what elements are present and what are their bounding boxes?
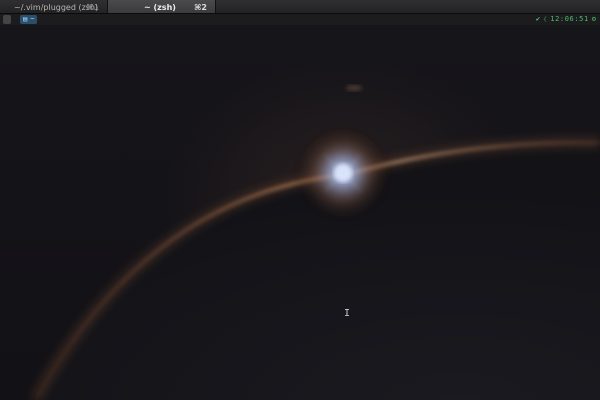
current-path: ~: [30, 15, 35, 23]
path-segment: ▤ ~: [20, 15, 38, 24]
terminal-content-area[interactable]: I: [0, 25, 600, 400]
text-cursor-icon: I: [344, 308, 351, 319]
check-icon: ✔: [535, 15, 541, 23]
sunrise-wallpaper: [31, 85, 600, 400]
tab-bar: ~/.vim/plugged (zsh) ⌘1 ~ (zsh) ⌘2: [0, 0, 600, 14]
separator-icon: ❮: [543, 15, 548, 23]
tab-shortcut: ⌘2: [194, 3, 207, 12]
gear-icon: ⚙: [591, 15, 596, 23]
tab-vim-plugged[interactable]: ~/.vim/plugged (zsh) ⌘1: [0, 0, 108, 13]
tab-shortcut: ⌘1: [85, 3, 99, 12]
clock: 12:06:51: [550, 15, 589, 23]
tab-bar-filler: [216, 0, 600, 13]
tmux-status-line: ▤ ~ ✔ ❮ 12:06:51 ⚙: [0, 14, 600, 25]
apple-segment: [3, 15, 11, 24]
tab-title: ~ (zsh): [144, 3, 176, 12]
tab-home-zsh[interactable]: ~ (zsh) ⌘2: [108, 0, 216, 13]
terminal-window: ~/.vim/plugged (zsh) ⌘1 ~ (zsh) ⌘2 ▤ ~ ✔…: [0, 0, 600, 400]
folder-icon: ▤: [23, 15, 28, 23]
status-right: ✔ ❮ 12:06:51 ⚙: [536, 15, 596, 24]
